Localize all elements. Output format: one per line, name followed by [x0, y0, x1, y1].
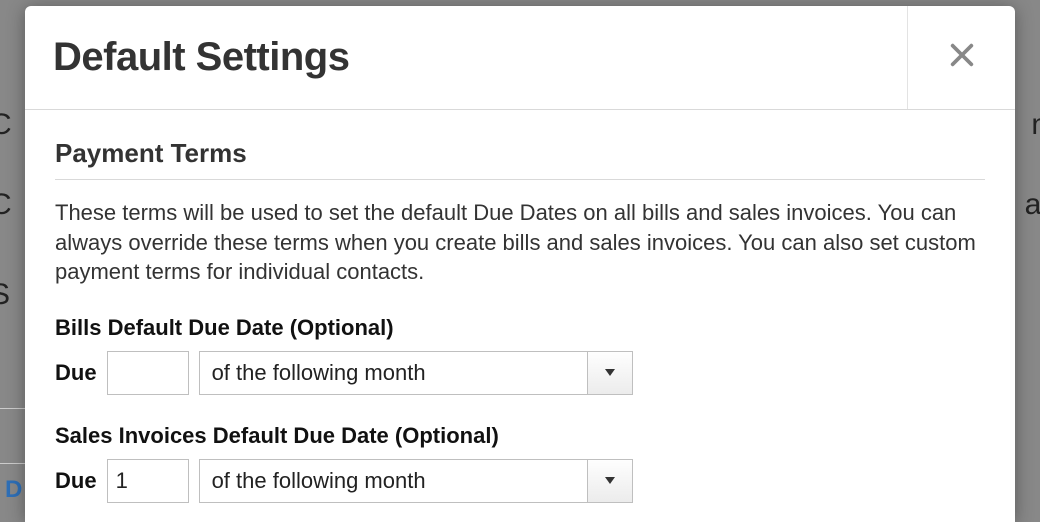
default-settings-modal: Default Settings Payment Terms These ter…: [25, 6, 1015, 522]
bills-due-date-label: Bills Default Due Date (Optional): [55, 315, 985, 341]
close-button[interactable]: [907, 6, 1015, 109]
modal-title: Default Settings: [53, 35, 907, 80]
modal-body: Payment Terms These terms will be used t…: [25, 110, 1015, 522]
section-description: These terms will be used to set the defa…: [55, 198, 985, 287]
bills-period-dropdown-button[interactable]: [587, 351, 633, 395]
section-heading: Payment Terms: [55, 138, 985, 180]
bg-fragment: C: [0, 188, 12, 222]
bg-fragment: S: [0, 278, 10, 312]
bg-fragment: al: [1025, 188, 1040, 222]
bills-due-date-row: Due of the following month: [55, 351, 985, 395]
bg-fragment: C: [0, 108, 12, 142]
chevron-down-icon: [603, 472, 617, 490]
sales-due-date-group: Sales Invoices Default Due Date (Optiona…: [55, 423, 985, 503]
sales-period-selected: of the following month: [199, 459, 587, 503]
bills-day-input[interactable]: [107, 351, 189, 395]
sales-day-input[interactable]: [107, 459, 189, 503]
bills-period-select[interactable]: of the following month: [199, 351, 633, 395]
modal-header: Default Settings: [25, 6, 1015, 110]
bg-fragment: n: [1031, 108, 1040, 142]
due-prefix-label: Due: [55, 468, 97, 494]
chevron-down-icon: [603, 364, 617, 382]
sales-period-select[interactable]: of the following month: [199, 459, 633, 503]
sales-period-dropdown-button[interactable]: [587, 459, 633, 503]
bills-period-selected: of the following month: [199, 351, 587, 395]
bg-link-fragment: D: [5, 476, 22, 504]
bills-due-date-group: Bills Default Due Date (Optional) Due of…: [55, 315, 985, 395]
sales-due-date-row: Due of the following month: [55, 459, 985, 503]
sales-due-date-label: Sales Invoices Default Due Date (Optiona…: [55, 423, 985, 449]
close-icon: [948, 41, 976, 74]
due-prefix-label: Due: [55, 360, 97, 386]
